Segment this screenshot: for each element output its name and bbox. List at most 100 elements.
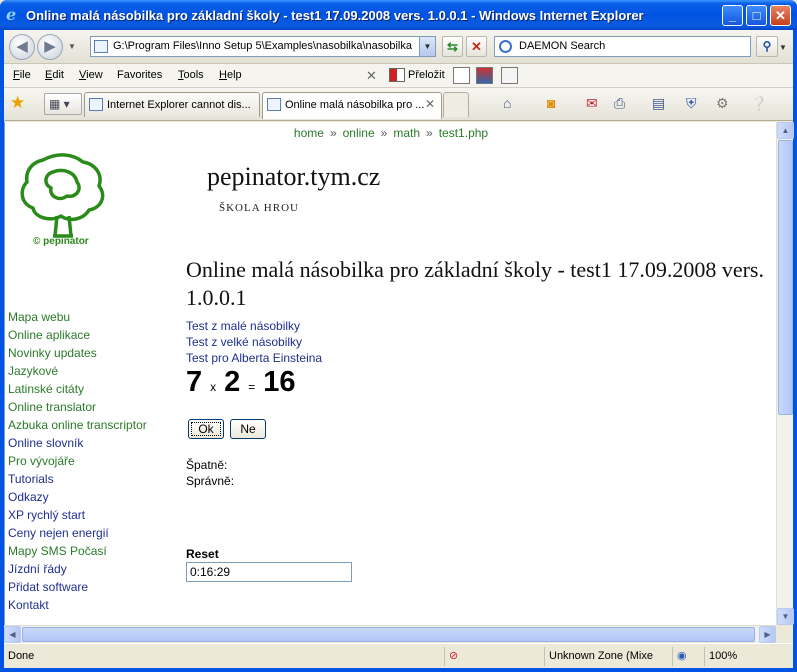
sidebar-link[interactable]: Azbuka online transcriptor — [8, 416, 178, 434]
feeds-icon[interactable]: ◙ — [547, 95, 555, 111]
menu-help[interactable]: Help — [219, 69, 242, 81]
scroll-down-button[interactable]: ▼ — [777, 608, 794, 625]
books-icon[interactable] — [476, 67, 493, 84]
math-problem: 7 x 2 = 16 — [186, 366, 296, 399]
ie-logo-icon: e — [6, 5, 17, 24]
favorites-star-icon[interactable]: ★ — [10, 93, 25, 113]
sidebar-link[interactable]: Odkazy — [8, 488, 178, 506]
scroll-up-button[interactable]: ▲ — [777, 122, 794, 139]
search-button[interactable]: ⚲ — [756, 36, 778, 57]
search-input[interactable]: DAEMON Search — [519, 40, 605, 52]
search-box[interactable]: DAEMON Search — [494, 36, 751, 57]
menu-view[interactable]: View — [79, 69, 103, 81]
horizontal-scrollbar[interactable]: ◀ ▶ — [4, 625, 776, 643]
toolbar-close-icon[interactable]: ✕ — [366, 68, 377, 84]
breadcrumb-current[interactable]: test1.php — [439, 126, 488, 140]
tools-icon[interactable] — [501, 67, 518, 84]
equals-sign: = — [248, 380, 256, 394]
translate-button[interactable]: Přeložit — [408, 69, 445, 81]
search-options-icon[interactable]: ▼ — [779, 43, 787, 52]
tab-page-icon — [89, 98, 103, 111]
sidebar-link[interactable]: Online translator — [8, 398, 178, 416]
page-content: home » online » math » test1.php © pepinator p… — [4, 122, 776, 625]
mail-icon[interactable]: ✉ — [586, 95, 598, 112]
status-bar: Done ⊘ Unknown Zone (Mixe ◉ 100% — [4, 643, 793, 668]
test-big-link[interactable]: Test z velké násobilky — [186, 334, 322, 350]
breadcrumb-separator: » — [426, 126, 433, 140]
menu-bar: File Edit View Favorites Tools Help ✕ Př… — [4, 64, 793, 88]
test-einstein-link[interactable]: Test pro Alberta Einsteina — [186, 350, 322, 366]
breadcrumb-home[interactable]: home — [294, 126, 324, 140]
security-zone[interactable]: Unknown Zone (Mixe — [544, 647, 669, 666]
title-bar[interactable]: e Online malá násobilka pro základní ško… — [0, 0, 797, 30]
protected-mode-icon: ◉ — [672, 647, 696, 666]
reset-label: Reset — [186, 547, 219, 561]
sidebar-link[interactable]: Kontakt — [8, 596, 178, 614]
sidebar-link[interactable]: Mapy SMS Počasí — [8, 542, 178, 560]
address-dropdown-icon[interactable]: ▼ — [419, 37, 435, 56]
tools-gear-icon[interactable]: ⚙ — [716, 95, 729, 112]
sidebar-link[interactable]: Novinky updates — [8, 344, 178, 362]
history-dropdown-icon[interactable]: ▼ — [68, 42, 76, 51]
score-stats: Špatně: Správně: — [186, 457, 234, 489]
correct-label: Správně: — [186, 474, 235, 488]
horizontal-scroll-thumb[interactable] — [22, 627, 755, 642]
vertical-scroll-thumb[interactable] — [778, 140, 793, 415]
window-title: Online malá násobilka pro základní školy… — [26, 8, 644, 23]
menu-edit[interactable]: Edit — [45, 69, 64, 81]
sidebar-link[interactable]: Jazykové — [8, 362, 178, 380]
ok-button[interactable]: Ok — [188, 419, 224, 439]
breadcrumb-online[interactable]: online — [343, 126, 375, 140]
quick-tabs-button[interactable]: ▦ ▾ — [44, 93, 82, 115]
home-icon[interactable]: ⌂ — [503, 95, 511, 111]
help-icon[interactable]: ❔ — [750, 95, 767, 112]
safety-icon[interactable]: ⛨ — [686, 95, 697, 112]
sidebar-link[interactable]: Pro vývojáře — [8, 452, 178, 470]
page-menu-icon[interactable]: ▤ — [652, 95, 665, 112]
close-button[interactable]: ✕ — [770, 5, 791, 26]
site-title: pepinator.tym.cz — [207, 162, 381, 191]
sidebar-link[interactable]: Online aplikace — [8, 326, 178, 344]
tab-error-page[interactable]: Internet Explorer cannot dis... — [84, 92, 260, 117]
refresh-button[interactable]: ⇆ — [442, 36, 463, 57]
test-small-link[interactable]: Test z malé násobilky — [186, 318, 322, 334]
privacy-icon[interactable]: ⊘ — [444, 647, 470, 666]
maximize-button[interactable]: □ — [746, 5, 767, 26]
sidebar-link[interactable]: Přidat software — [8, 578, 178, 596]
timer-field[interactable]: 0:16:29 — [186, 562, 352, 582]
address-input[interactable]: G:\Program Files\Inno Setup 5\Examples\n… — [113, 40, 413, 52]
new-tab-button[interactable] — [443, 92, 469, 117]
answer: 16 — [263, 366, 296, 398]
address-bar[interactable]: G:\Program Files\Inno Setup 5\Examples\n… — [90, 36, 436, 57]
operand-b: 2 — [224, 366, 241, 398]
menu-tools[interactable]: Tools — [178, 69, 204, 81]
tab-close-icon[interactable]: ✕ — [425, 97, 435, 111]
stop-button[interactable]: ✕ — [466, 36, 487, 57]
test-links: Test z malé násobilky Test z velké násob… — [186, 318, 322, 366]
dictionary-icon[interactable] — [453, 67, 470, 84]
tab-current[interactable]: Online malá násobilka pro ... ✕ — [262, 92, 442, 119]
sidebar-link[interactable]: Tutorials — [8, 470, 178, 488]
page-title: Online malá násobilka pro základní školy… — [186, 257, 764, 310]
minimize-button[interactable]: _ — [722, 5, 743, 26]
no-button[interactable]: Ne — [230, 419, 266, 439]
sidebar-link[interactable]: Ceny nejen energií — [8, 524, 178, 542]
menu-file[interactable]: File — [13, 69, 31, 81]
menu-favorites[interactable]: Favorites — [117, 69, 162, 81]
print-icon[interactable]: ⎙ — [614, 95, 625, 112]
search-provider-icon — [499, 40, 512, 53]
vertical-scrollbar[interactable]: ▲ ▼ — [776, 122, 794, 625]
breadcrumb-math[interactable]: math — [393, 126, 420, 140]
scroll-left-button[interactable]: ◀ — [4, 626, 21, 643]
zoom-level[interactable]: 100% — [704, 647, 776, 666]
back-button[interactable]: ◀ — [9, 34, 35, 60]
sidebar-link[interactable]: Jízdní řády — [8, 560, 178, 578]
scroll-right-button[interactable]: ▶ — [759, 626, 776, 643]
status-text: Done — [8, 650, 35, 662]
sidebar-link[interactable]: Online slovník — [8, 434, 178, 452]
sidebar-link[interactable]: XP rychlý start — [8, 506, 178, 524]
tab-label: Online malá násobilka pro ... — [285, 99, 425, 111]
forward-button[interactable]: ▶ — [37, 34, 63, 60]
sidebar-link[interactable]: Latinské citáty — [8, 380, 178, 398]
sidebar-link[interactable]: Mapa webu — [8, 308, 178, 326]
